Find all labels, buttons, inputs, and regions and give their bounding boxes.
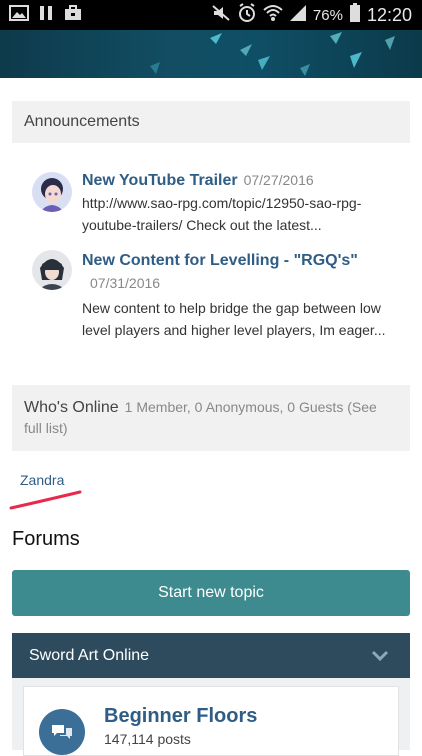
red-annotation-underline xyxy=(9,490,82,510)
mute-icon xyxy=(211,4,231,26)
status-bar: 76% 12:20 xyxy=(0,0,422,30)
category-forums-list: Beginner Floors 147,114 posts xyxy=(12,678,410,756)
announcement-date: 07/27/2016 xyxy=(243,172,314,188)
announcement-snippet: http://www.sao-rpg.com/topic/12950-sao-r… xyxy=(82,195,362,233)
forum-row[interactable]: Beginner Floors 147,114 posts xyxy=(23,686,399,756)
pause-icon xyxy=(38,4,54,27)
forum-post-count: 147,114 posts xyxy=(104,731,191,747)
forums-heading: Forums xyxy=(12,528,80,550)
whos-online-panel: Who's Online 1 Member, 0 Anonymous, 0 Gue… xyxy=(12,385,410,451)
avatar xyxy=(32,250,72,290)
start-new-topic-button[interactable]: Start new topic xyxy=(12,570,410,616)
category-title: Sword Art Online xyxy=(29,646,150,664)
whos-online-label: Who's Online xyxy=(24,399,119,416)
signal-icon xyxy=(289,4,307,26)
announcement-title-link[interactable]: New YouTube Trailer xyxy=(82,172,238,189)
clock: 12:20 xyxy=(366,4,412,25)
announcement-title-link[interactable]: New Content for Levelling - "RGQ's" xyxy=(82,252,358,269)
announcement-snippet: New content to help bridge the gap betwe… xyxy=(82,300,386,338)
forum-title-link[interactable]: Beginner Floors xyxy=(104,705,257,728)
chat-bubbles-icon xyxy=(39,709,85,755)
chevron-down-icon[interactable] xyxy=(370,645,390,670)
announcements-title: Announcements xyxy=(24,113,140,130)
site-header-banner xyxy=(0,30,422,78)
wifi-icon xyxy=(263,4,283,26)
category-header-sword-art-online[interactable]: Sword Art Online xyxy=(12,633,410,678)
announcement-date: 07/31/2016 xyxy=(90,275,161,291)
avatar xyxy=(32,172,72,212)
gallery-icon xyxy=(9,4,29,27)
battery-percent: 76% xyxy=(312,6,343,24)
briefcase-icon xyxy=(63,4,83,27)
announcements-header: Announcements xyxy=(12,101,410,143)
alarm-icon xyxy=(237,3,257,27)
battery-icon xyxy=(349,3,361,27)
announcement-item[interactable]: New Content for Levelling - "RGQ's" 07/31… xyxy=(32,250,392,338)
announcement-item[interactable]: New YouTube Trailer 07/27/2016 http://www… xyxy=(32,172,392,242)
